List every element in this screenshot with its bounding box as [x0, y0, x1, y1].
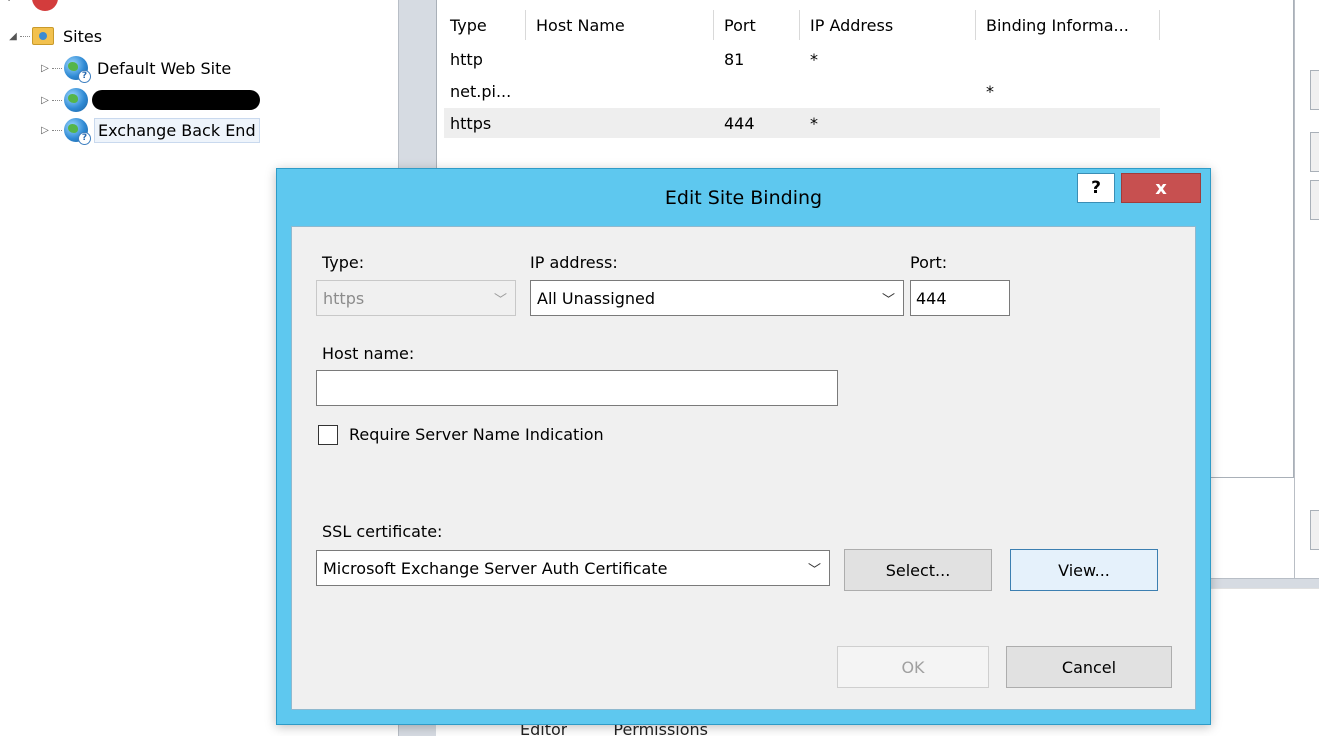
- cancel-button[interactable]: Cancel: [1006, 646, 1172, 688]
- column-header-port[interactable]: Port: [714, 10, 800, 40]
- website-globe-icon: ?: [64, 118, 91, 145]
- tree-node-exchange-back-end[interactable]: ▷ ? Exchange Back End: [38, 116, 260, 145]
- app-pools-icon: [32, 0, 58, 11]
- dialog-body: Type: https ﹀ IP address: All Unassigned…: [291, 226, 1196, 710]
- tree-connector: :: [2, 0, 16, 4]
- host-name-input[interactable]: [316, 370, 838, 406]
- cell-binding-info: *: [986, 81, 994, 101]
- ip-address-value: All Unassigned: [537, 288, 655, 308]
- close-button[interactable]: x: [1121, 173, 1201, 203]
- redacted-site-name: [92, 90, 260, 110]
- chevron-down-icon: ﹀: [493, 293, 507, 308]
- tree-connector: [52, 99, 62, 101]
- help-button[interactable]: ?: [1077, 173, 1115, 203]
- ok-button[interactable]: OK: [837, 646, 989, 688]
- ssl-certificate-label: SSL certificate:: [322, 522, 443, 541]
- ssl-certificate-select[interactable]: Microsoft Exchange Server Auth Certifica…: [316, 550, 830, 586]
- cell-ip: *: [810, 49, 818, 69]
- column-header-binding-info[interactable]: Binding Informa...: [976, 10, 1160, 40]
- expand-arrow-icon[interactable]: ▷: [38, 63, 52, 74]
- port-value: 444: [916, 288, 947, 308]
- tree-node-redacted-site[interactable]: ▷: [38, 86, 260, 114]
- cell-port: 444: [724, 113, 755, 133]
- chevron-down-icon[interactable]: ﹀: [808, 559, 821, 578]
- require-sni-label[interactable]: Require Server Name Indication: [349, 425, 604, 444]
- tree-connector: [52, 67, 62, 69]
- website-globe-icon: [64, 88, 88, 112]
- tree-connector: [52, 129, 62, 131]
- site-label: Exchange Back End: [94, 117, 260, 143]
- column-header-type[interactable]: Type: [440, 10, 526, 40]
- type-value: https: [323, 288, 365, 308]
- tree-node-sites[interactable]: ◢ Sites: [6, 22, 105, 50]
- cell-type: http: [450, 49, 483, 69]
- type-select: https ﹀: [316, 280, 516, 316]
- host-name-label: Host name:: [322, 344, 415, 363]
- sites-folder-icon: [32, 27, 54, 45]
- tree-connector: [20, 35, 30, 37]
- sites-label: Sites: [63, 26, 103, 46]
- cell-port: 81: [724, 49, 745, 69]
- port-input[interactable]: 444: [910, 280, 1010, 316]
- tree-node-default-web-site[interactable]: ▷ ? Default Web Site: [38, 54, 234, 83]
- expand-arrow-icon[interactable]: ▷: [38, 125, 52, 136]
- ip-address-label: IP address:: [530, 253, 618, 272]
- side-button[interactable]: [1310, 180, 1319, 220]
- cell-type: net.pi...: [450, 81, 512, 101]
- site-label: Default Web Site: [97, 58, 232, 78]
- column-header-ip-address[interactable]: IP Address: [800, 10, 976, 40]
- cell-ip: *: [810, 113, 818, 133]
- ssl-certificate-value: Microsoft Exchange Server Auth Certifica…: [323, 558, 668, 578]
- tree-node-app-pools[interactable]: :: [2, 0, 58, 12]
- require-sni-checkbox[interactable]: [318, 425, 338, 445]
- edit-site-binding-dialog: Edit Site Binding ? x Type: https ﹀ IP a…: [276, 168, 1211, 725]
- side-button[interactable]: [1310, 70, 1319, 110]
- side-button[interactable]: [1310, 510, 1319, 550]
- column-header-host-name[interactable]: Host Name: [526, 10, 714, 40]
- collapse-arrow-icon[interactable]: ◢: [6, 31, 20, 42]
- website-globe-icon: ?: [64, 56, 91, 83]
- type-label: Type:: [322, 253, 365, 272]
- dialog-title: Edit Site Binding: [664, 187, 823, 209]
- cell-type: https: [450, 113, 492, 133]
- select-certificate-button[interactable]: Select...: [844, 549, 992, 591]
- view-certificate-button[interactable]: View...: [1010, 549, 1158, 591]
- chevron-down-icon[interactable]: ﹀: [882, 289, 895, 308]
- port-label: Port:: [910, 253, 948, 272]
- ip-address-select[interactable]: All Unassigned ﹀: [530, 280, 904, 316]
- expand-arrow-icon[interactable]: ▷: [38, 95, 52, 106]
- side-button[interactable]: [1310, 132, 1319, 172]
